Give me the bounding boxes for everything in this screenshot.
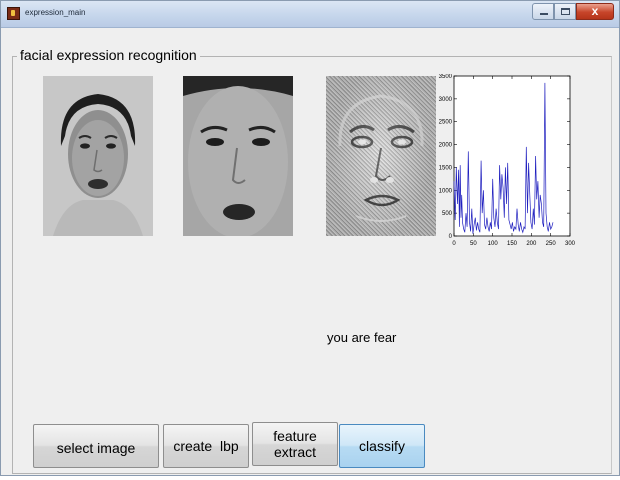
x-tick-label: 50	[470, 241, 477, 247]
x-tick-label: 250	[546, 241, 557, 247]
window-title: expression_main	[25, 8, 86, 17]
panel-title: facial expression recognition	[17, 47, 200, 63]
classify-label: classify	[359, 438, 405, 454]
maximize-icon	[561, 8, 570, 15]
y-tick-label: 500	[442, 211, 453, 217]
y-tick-label: 1000	[439, 188, 453, 194]
x-tick-label: 100	[488, 241, 499, 247]
select-image-label: select image	[56, 440, 136, 456]
y-tick-label: 2000	[439, 143, 453, 149]
close-icon: x	[591, 4, 599, 18]
histogram-svg: 0 500 1000 1500 2000 2500 3000 3500 0 50 100 150 200…	[439, 74, 576, 247]
create-lbp-button[interactable]: create lbp	[163, 424, 249, 468]
classify-button[interactable]: classify	[339, 424, 425, 468]
lbp-face-image	[326, 76, 436, 236]
maximize-button[interactable]	[554, 3, 576, 20]
matlab-app-icon	[7, 7, 20, 20]
x-tick-label: 150	[507, 241, 518, 247]
create-lbp-label: create lbp	[173, 438, 239, 454]
feature-extract-button[interactable]: feature extract	[252, 422, 338, 466]
lbp-histogram-chart: 0 500 1000 1500 2000 2500 3000 3500 0 50 100 150 200…	[436, 74, 596, 258]
y-tick-label: 3000	[439, 97, 453, 103]
y-tick-label: 2500	[439, 120, 453, 126]
minimize-icon	[540, 13, 548, 15]
window-controls: x	[532, 3, 614, 21]
cropped-face-image	[183, 76, 293, 236]
minimize-button[interactable]	[532, 3, 554, 20]
original-face-image	[43, 76, 153, 236]
y-tick-label: 1500	[439, 165, 453, 171]
y-tick-label: 0	[449, 234, 453, 240]
title-bar[interactable]: expression_main x	[1, 1, 619, 28]
x-tick-label: 200	[526, 241, 537, 247]
y-tick-label: 3500	[439, 74, 453, 80]
select-image-button[interactable]: select image	[33, 424, 159, 468]
x-tick-label: 300	[565, 241, 576, 247]
x-tick-label: 0	[452, 241, 456, 247]
result-label: you are fear	[327, 330, 397, 345]
feature-extract-label: feature extract	[273, 428, 317, 460]
close-button[interactable]: x	[576, 3, 614, 20]
